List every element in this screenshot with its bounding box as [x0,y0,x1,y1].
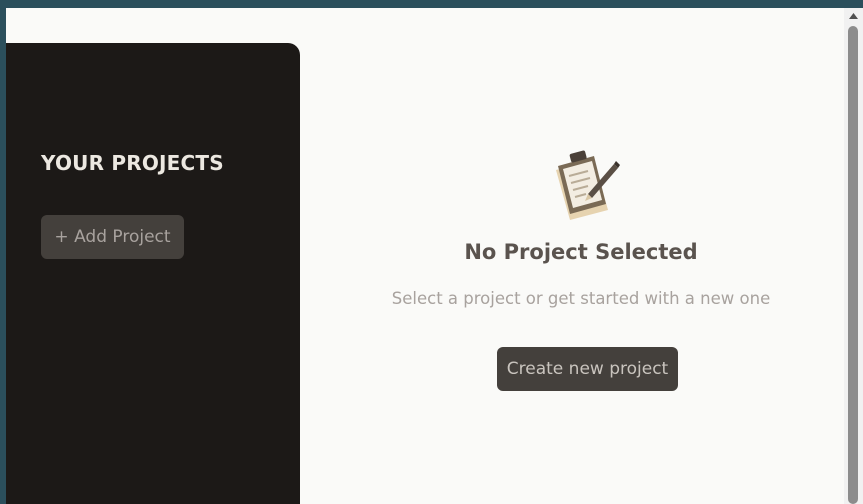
scrollbar-thumb[interactable] [848,26,858,504]
add-project-button[interactable]: + Add Project [41,215,184,259]
empty-state-heading: No Project Selected [464,240,698,264]
empty-state-subtitle: Select a project or get started with a n… [391,289,771,308]
clipboard-icon [556,150,620,220]
main-content: No Project Selected Select a project or … [300,8,844,504]
projects-sidebar: YOUR PROJECTS + Add Project [6,43,300,504]
sidebar-title: YOUR PROJECTS [41,151,224,175]
vertical-scrollbar[interactable] [844,8,863,504]
create-project-button[interactable]: Create new project [497,347,678,391]
scroll-up-arrow-icon[interactable] [844,8,863,24]
app-window: YOUR PROJECTS + Add Project No Project S… [6,8,844,504]
